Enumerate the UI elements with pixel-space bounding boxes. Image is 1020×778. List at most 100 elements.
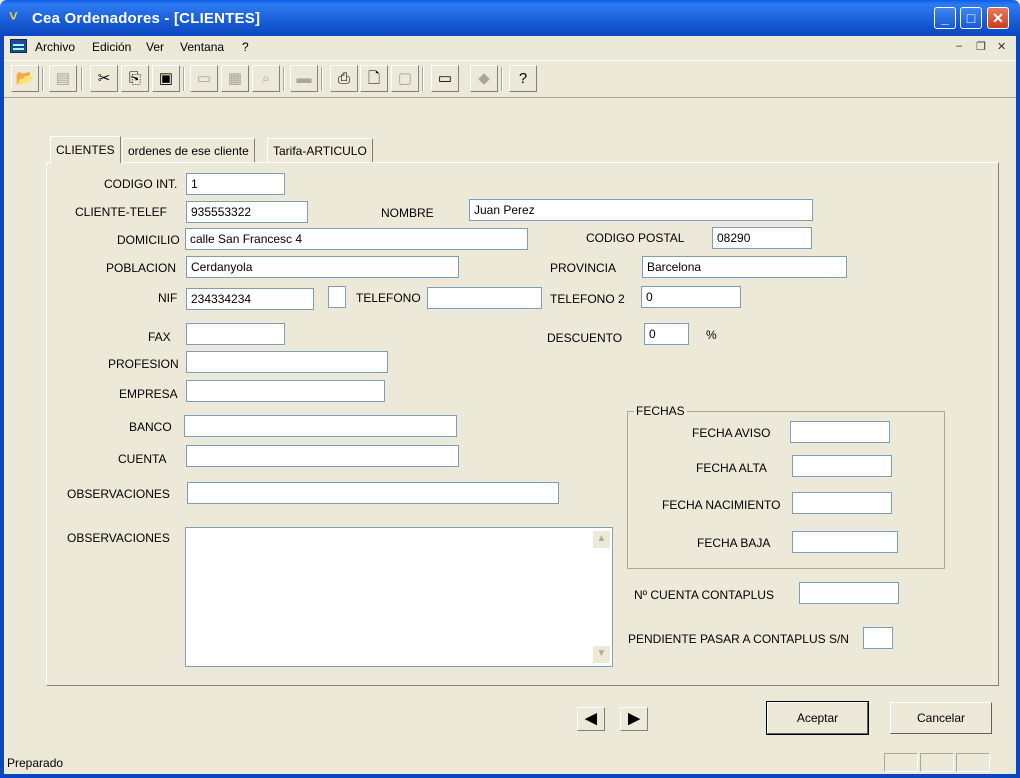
menu-ventana[interactable]: Ventana: [180, 40, 224, 54]
observaciones-field[interactable]: [187, 482, 559, 504]
fecha-aviso-label: FECHA AVISO: [692, 426, 771, 440]
menu-help[interactable]: ?: [242, 40, 249, 54]
tab-clientes[interactable]: CLIENTES: [50, 136, 121, 163]
title-bar[interactable]: ˅ Cea Ordenadores - [CLIENTES] _ □ ✕: [0, 0, 1020, 36]
observaciones-label: OBSERVACIONES: [67, 487, 170, 501]
cliente-telef-label: CLIENTE-TELEF: [75, 205, 168, 219]
status-text: Preparado: [7, 756, 64, 770]
menu-ver[interactable]: Ver: [146, 40, 164, 54]
status-pane: [956, 753, 990, 772]
mdi-minimize-icon[interactable]: –: [956, 40, 962, 52]
fecha-alta-label: FECHA ALTA: [696, 461, 767, 475]
arrow-left-icon: ◀: [585, 710, 597, 727]
edit-icon[interactable]: ▤: [49, 65, 77, 92]
zoom-icon[interactable]: ⌕: [252, 65, 280, 92]
minimize-button[interactable]: _: [934, 7, 956, 29]
next-record-button[interactable]: ▶: [620, 707, 648, 731]
fecha-aviso-field[interactable]: [790, 421, 890, 443]
codigo-int-field[interactable]: 1: [186, 173, 285, 195]
fecha-nacimiento-label: FECHA NACIMIENTO: [662, 498, 781, 512]
fecha-alta-field[interactable]: [792, 455, 892, 477]
telefono2-label: TELEFONO 2: [550, 292, 625, 306]
percent-label: %: [706, 328, 717, 342]
status-pane: [884, 753, 918, 772]
domicilio-field[interactable]: calle San Francesc 4: [185, 228, 528, 250]
toolbar-separator: [183, 67, 185, 91]
fechas-group-title: FECHAS: [634, 404, 687, 418]
document-icon[interactable]: ▢: [391, 65, 419, 92]
provincia-field[interactable]: Barcelona: [642, 256, 847, 278]
telefono-label: TELEFONO: [356, 291, 421, 305]
menu-bar: Archivo Edición Ver Ventana ? – ❐ ✕: [4, 36, 1016, 58]
scanner-icon[interactable]: ▬: [290, 65, 318, 92]
toolbar-separator: [321, 67, 323, 91]
cancelar-button[interactable]: Cancelar: [890, 702, 992, 734]
codigo-postal-label: CODIGO POSTAL: [586, 231, 685, 245]
window-title: Cea Ordenadores - [CLIENTES]: [32, 10, 261, 27]
aceptar-button[interactable]: Aceptar: [766, 701, 869, 735]
mdi-restore-icon[interactable]: ❐: [976, 40, 986, 53]
maximize-button[interactable]: □: [960, 7, 982, 29]
telefono2-field[interactable]: 0: [641, 286, 741, 308]
minimize-icon: _: [941, 10, 949, 26]
open-folder-icon[interactable]: 📂: [11, 65, 39, 92]
copy-icon[interactable]: ⎘: [121, 65, 149, 92]
paste-icon[interactable]: ▣: [152, 65, 180, 92]
calendar-icon[interactable]: ▦: [221, 65, 249, 92]
scroll-up-arrow-icon[interactable]: ▲: [593, 531, 610, 548]
arrow-right-icon: ▶: [628, 710, 640, 727]
print-icon[interactable]: ⎙: [330, 65, 358, 92]
toolbar-separator: [283, 67, 285, 91]
observaciones-notes-label: OBSERVACIONES: [67, 531, 170, 545]
banco-label: BANCO: [129, 420, 172, 434]
cuenta-field[interactable]: [186, 445, 459, 467]
tab-tarifa-articulo[interactable]: Tarifa-ARTICULO: [267, 138, 373, 162]
toolbar-separator: [501, 67, 503, 91]
pendiente-contaplus-field[interactable]: [863, 627, 893, 649]
cliente-telef-field[interactable]: 935553322: [186, 201, 308, 223]
pendiente-contaplus-label: PENDIENTE PASAR A CONTAPLUS S/N: [628, 632, 849, 646]
monitor-icon[interactable]: ▭: [431, 65, 459, 92]
descuento-field[interactable]: 0: [644, 323, 689, 345]
domicilio-label: DOMICILIO: [117, 233, 180, 247]
help-icon[interactable]: ?: [509, 65, 537, 92]
empresa-field[interactable]: [186, 380, 385, 402]
app-logo-icon: ˅: [9, 8, 18, 25]
cuenta-contaplus-field[interactable]: [799, 582, 899, 604]
fecha-baja-field[interactable]: [792, 531, 898, 553]
telefono-field[interactable]: [427, 287, 542, 309]
nif-letter-field[interactable]: [328, 286, 346, 308]
nombre-label: NOMBRE: [381, 206, 434, 220]
fecha-baja-label: FECHA BAJA: [697, 536, 771, 550]
menu-archivo[interactable]: Archivo: [35, 40, 75, 54]
profesion-field[interactable]: [186, 351, 388, 373]
close-icon: ✕: [992, 10, 1004, 26]
mdi-close-icon[interactable]: ✕: [997, 40, 1006, 53]
fax-field[interactable]: [186, 323, 285, 345]
menu-edicion[interactable]: Edición: [92, 40, 131, 54]
fecha-nacimiento-field[interactable]: [792, 492, 892, 514]
nif-field[interactable]: 234334234: [186, 288, 314, 310]
document-window-icon[interactable]: [10, 39, 27, 53]
close-button[interactable]: ✕: [987, 7, 1009, 29]
codigo-int-label: CODIGO INT.: [104, 177, 178, 191]
codigo-postal-field[interactable]: 08290: [712, 227, 812, 249]
banco-field[interactable]: [184, 415, 457, 437]
toolbar-separator: [81, 67, 83, 91]
eraser-icon[interactable]: ◆: [470, 65, 498, 92]
scroll-down-arrow-icon[interactable]: ▼: [593, 646, 610, 663]
print-preview-icon[interactable]: 🗋: [360, 65, 388, 92]
window-icon[interactable]: ▭: [190, 65, 218, 92]
poblacion-label: POBLACION: [106, 261, 177, 275]
maximize-icon: □: [966, 10, 976, 26]
nombre-field[interactable]: Juan Perez: [469, 199, 813, 221]
empresa-label: EMPRESA: [119, 387, 178, 401]
poblacion-field[interactable]: Cerdanyola: [186, 256, 459, 278]
status-pane: [920, 753, 954, 772]
previous-record-button[interactable]: ◀: [577, 707, 605, 731]
tab-ordenes-cliente[interactable]: ordenes de ese cliente: [122, 138, 255, 162]
nif-label: NIF: [158, 291, 178, 305]
observaciones-textarea[interactable]: [185, 527, 613, 667]
provincia-label: PROVINCIA: [550, 261, 617, 275]
cut-icon[interactable]: ✂: [90, 65, 118, 92]
